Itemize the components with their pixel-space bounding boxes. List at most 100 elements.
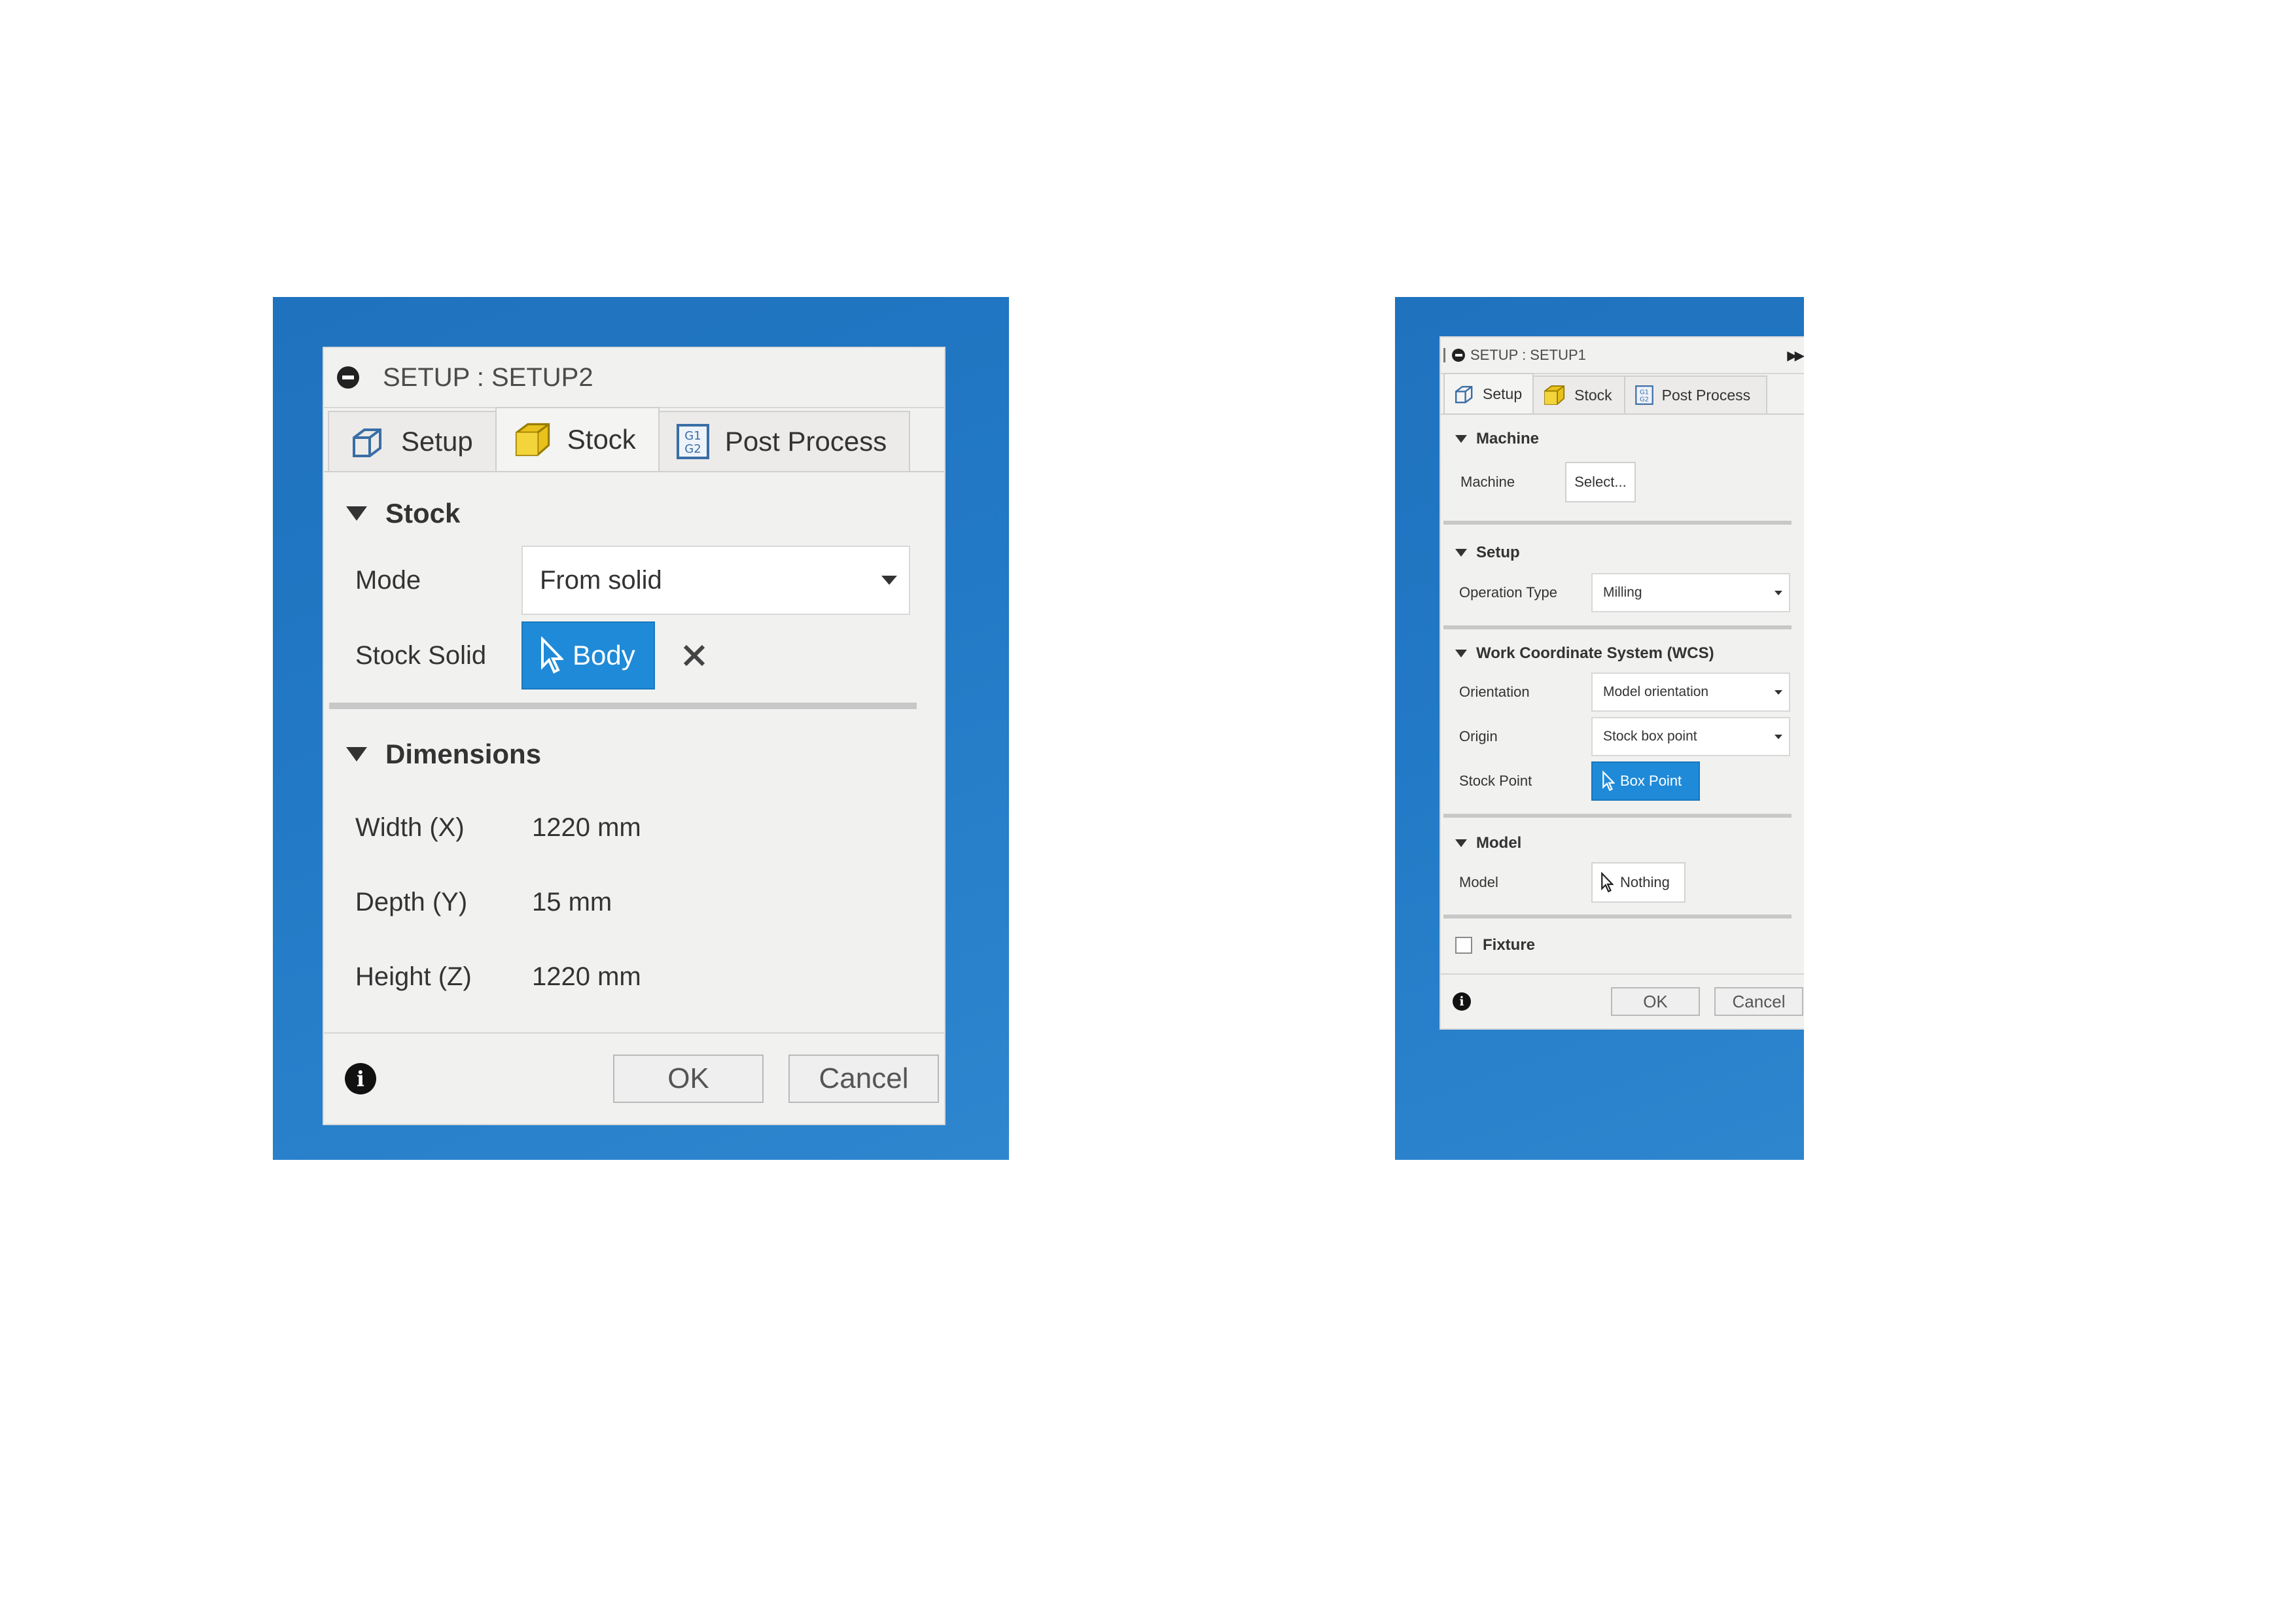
- chevron-down-icon: [881, 576, 897, 585]
- dimension-value: 1220 mm: [532, 962, 641, 991]
- stock-solid-row: Stock Solid Body: [324, 621, 944, 689]
- dialog-title: SETUP : SETUP2: [383, 362, 593, 392]
- section-dimensions-header[interactable]: Dimensions: [324, 738, 944, 771]
- origin-select[interactable]: Stock box point: [1591, 717, 1790, 756]
- tab-setup[interactable]: Setup: [1443, 373, 1534, 413]
- ok-button[interactable]: OK: [1611, 987, 1700, 1016]
- collapse-icon[interactable]: [1452, 349, 1465, 362]
- origin-row: Origin Stock box point: [1441, 717, 1804, 756]
- section-title: Dimensions: [385, 739, 542, 769]
- tab-label: Setup: [401, 426, 473, 457]
- setup-cube-icon: [353, 428, 381, 457]
- section-title: Stock: [385, 498, 461, 529]
- ok-label: OK: [1643, 991, 1668, 1011]
- dialog-footer: i OK Cancel: [1441, 973, 1804, 1028]
- section-wcs-header[interactable]: Work Coordinate System (WCS): [1441, 644, 1804, 663]
- operation-type-select[interactable]: Milling: [1591, 573, 1790, 612]
- machine-select-button[interactable]: Select...: [1565, 462, 1636, 502]
- section-stock-header[interactable]: Stock: [324, 497, 944, 530]
- tab-setup[interactable]: Setup: [328, 411, 497, 471]
- model-select-button[interactable]: Nothing: [1591, 862, 1686, 903]
- stock-solid-label: Stock Solid: [355, 640, 487, 670]
- machine-row: Machine Select...: [1441, 462, 1804, 502]
- info-icon[interactable]: i: [345, 1063, 376, 1094]
- operation-type-row: Operation Type Milling: [1441, 573, 1804, 612]
- orientation-row: Orientation Model orientation: [1441, 672, 1804, 712]
- cancel-button[interactable]: Cancel: [1714, 987, 1803, 1016]
- stock-point-select-button[interactable]: Box Point: [1591, 761, 1700, 801]
- tab-label: Post Process: [724, 426, 887, 457]
- expand-panel-icon[interactable]: ▶▶: [1787, 347, 1804, 364]
- setup-cube-icon: [1455, 386, 1473, 404]
- fixture-label: Fixture: [1483, 936, 1536, 954]
- gcode-icon: G1 G2: [1634, 385, 1653, 405]
- cancel-button[interactable]: Cancel: [788, 1055, 939, 1103]
- tab-label: Stock: [567, 424, 636, 455]
- tab-label: Setup: [1483, 385, 1523, 402]
- tab-stock[interactable]: Stock: [495, 407, 660, 471]
- section-title: Model: [1476, 834, 1522, 852]
- chevron-down-icon: [1775, 734, 1782, 739]
- svg-text:G1: G1: [684, 429, 701, 443]
- dialog-footer: i OK Cancel: [324, 1032, 944, 1124]
- orientation-select[interactable]: Model orientation: [1591, 672, 1790, 712]
- info-icon[interactable]: i: [1453, 992, 1471, 1011]
- mode-label: Mode: [355, 565, 421, 595]
- gcode-icon: G1 G2: [676, 424, 709, 459]
- section-setup-header[interactable]: Setup: [1441, 543, 1804, 563]
- stock-point-value: Box Point: [1620, 773, 1682, 789]
- tab-bar: Setup Stock G1 G2 Post Process: [324, 407, 944, 472]
- model-row: Model Nothing: [1441, 862, 1804, 903]
- ok-label: OK: [667, 1062, 709, 1094]
- setup-dialog-setup2: SETUP : SETUP2 Setup Stock G1 G2 Post Pr…: [323, 347, 945, 1125]
- section-divider: [1443, 814, 1792, 818]
- collapse-icon[interactable]: [337, 366, 359, 389]
- dialog-title: SETUP : SETUP1: [1470, 347, 1586, 363]
- section-model-header[interactable]: Model: [1441, 833, 1804, 853]
- fixture-checkbox[interactable]: [1455, 937, 1472, 954]
- drag-handle[interactable]: [1443, 348, 1445, 362]
- dimension-row-height: Height (Z) 1220 mm: [324, 960, 944, 993]
- section-machine-header[interactable]: Machine: [1441, 429, 1804, 449]
- section-divider: [1443, 625, 1792, 629]
- chevron-down-icon: [1775, 590, 1782, 595]
- cursor-arrow-icon: [541, 637, 563, 674]
- stock-box-icon: [515, 423, 550, 457]
- stock-solid-value: Body: [573, 640, 635, 671]
- cursor-arrow-icon: [1602, 771, 1615, 792]
- desktop-left: SETUP : SETUP2 Setup Stock G1 G2 Post Pr…: [273, 297, 1009, 1160]
- dialog-title-bar[interactable]: SETUP : SETUP1 ▶▶: [1441, 338, 1804, 374]
- origin-label: Origin: [1459, 728, 1498, 744]
- section-divider: [329, 703, 917, 709]
- dimension-label: Height (Z): [355, 962, 472, 991]
- dimension-row-depth: Depth (Y) 15 mm: [324, 886, 944, 918]
- tab-post-process[interactable]: G1 G2 Post Process: [658, 411, 911, 471]
- dimension-label: Width (X): [355, 812, 465, 842]
- tab-stock[interactable]: Stock: [1532, 375, 1625, 413]
- stock-point-label: Stock Point: [1459, 773, 1532, 789]
- section-divider: [1443, 915, 1792, 918]
- stock-solid-select-button[interactable]: Body: [521, 621, 655, 689]
- machine-select-label: Select...: [1574, 474, 1627, 490]
- tab-post-process[interactable]: G1 G2 Post Process: [1623, 375, 1768, 413]
- expand-triangle-icon: [1455, 839, 1467, 847]
- machine-label: Machine: [1460, 474, 1515, 490]
- dimension-value: 15 mm: [532, 887, 612, 916]
- operation-type-value: Milling: [1603, 585, 1642, 600]
- stock-box-icon: [1544, 385, 1565, 405]
- mode-row: Mode From solid: [324, 546, 944, 615]
- mode-value: From solid: [540, 565, 662, 595]
- tab-label: Post Process: [1661, 386, 1751, 404]
- expand-triangle-icon: [1455, 549, 1467, 557]
- clear-selection-icon[interactable]: [681, 642, 707, 669]
- expand-triangle-icon: [1455, 650, 1467, 657]
- mode-select[interactable]: From solid: [521, 546, 910, 615]
- cursor-arrow-icon: [1601, 872, 1614, 893]
- tab-label: Stock: [1574, 386, 1612, 404]
- expand-triangle-icon: [1455, 435, 1467, 443]
- dialog-title-bar[interactable]: SETUP : SETUP2: [324, 348, 944, 408]
- section-divider: [1443, 521, 1792, 525]
- svg-text:G2: G2: [1640, 396, 1649, 403]
- ok-button[interactable]: OK: [613, 1055, 764, 1103]
- tab-bar: Setup Stock G1 G2 Post Process: [1441, 373, 1804, 415]
